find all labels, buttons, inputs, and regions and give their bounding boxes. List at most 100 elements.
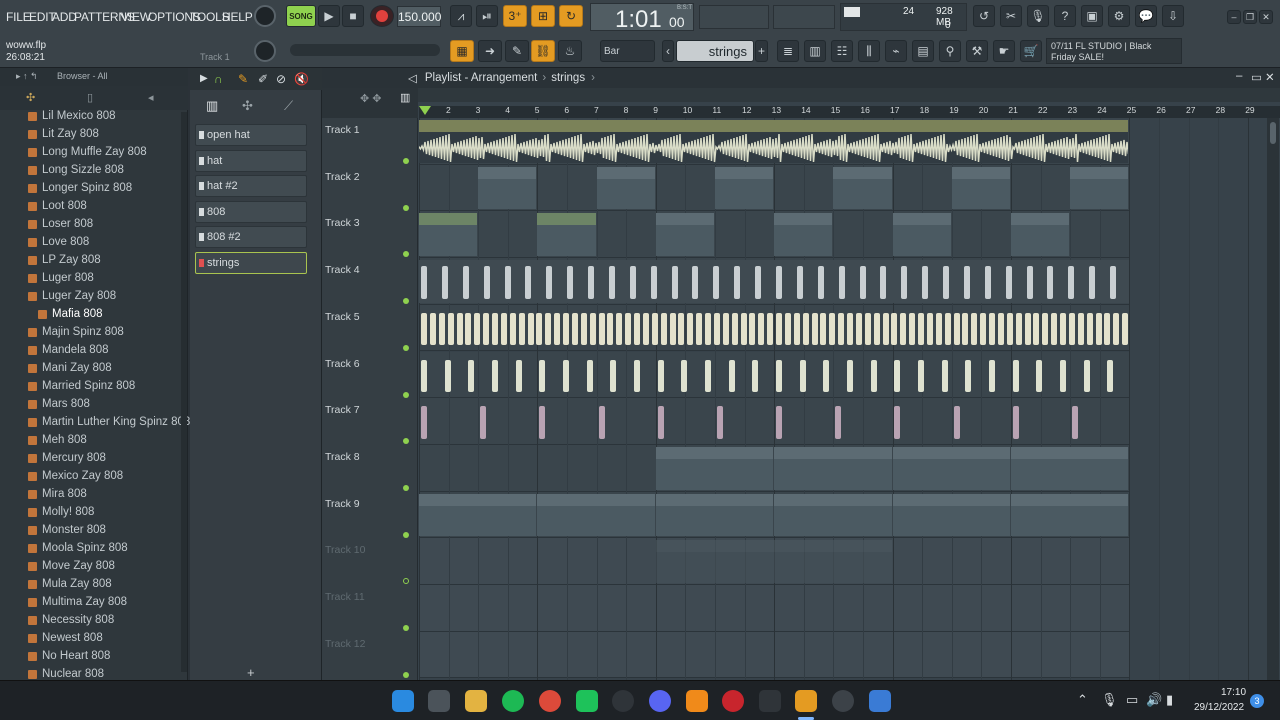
note-block[interactable] (1012, 359, 1019, 393)
playlist-maximize-icon[interactable]: ▭ (1251, 70, 1262, 84)
piano-tab-icon[interactable]: ▥ (206, 98, 218, 114)
track-name[interactable]: Track 10 (325, 544, 417, 556)
browser-item[interactable]: Move Zay 808 (28, 557, 115, 575)
note-block[interactable] (847, 312, 853, 346)
note-block[interactable] (713, 312, 720, 346)
note-block[interactable] (441, 266, 448, 299)
track-name[interactable]: Track 5 (325, 311, 417, 323)
note-block[interactable] (838, 266, 845, 299)
browser-item[interactable]: Loser 808 (28, 215, 93, 233)
browser-item[interactable]: Majin Spinz 808 (28, 323, 124, 341)
track-mute-led[interactable] (403, 204, 409, 211)
note-block[interactable] (421, 266, 427, 299)
track-mute-led[interactable] (403, 391, 409, 398)
note-block[interactable] (539, 359, 546, 393)
master-volume-knob[interactable] (254, 5, 276, 27)
openhat-clip[interactable]: open hat (1011, 446, 1129, 490)
track-name[interactable]: Track 2 (325, 171, 417, 183)
hat-clip[interactable]: hat (478, 166, 537, 210)
hat2-clip[interactable]: hat #2 (892, 213, 951, 257)
note-block[interactable] (525, 266, 532, 299)
note-block[interactable] (483, 312, 490, 346)
note-block[interactable] (634, 312, 640, 346)
hat-clip[interactable]: hat (951, 166, 1010, 210)
hat-clip[interactable]: hat (1070, 166, 1129, 210)
browser-item[interactable]: Mafia 808 (38, 305, 103, 323)
note-block[interactable] (989, 312, 995, 346)
add-pattern-button[interactable]: + (755, 40, 768, 62)
audio-clip[interactable]: Cymatics - Killer Instinct - 150 BPM A M… (419, 120, 1129, 163)
spotify-icon[interactable] (502, 690, 524, 712)
note-block[interactable] (527, 312, 534, 346)
mixer-view-button[interactable]: ⫼ (858, 40, 880, 62)
note-block[interactable] (657, 406, 664, 439)
note-block[interactable] (980, 312, 987, 346)
note-block[interactable] (984, 266, 991, 299)
time-display[interactable]: 1:01 00 B:S:T (590, 3, 694, 33)
channel-item[interactable]: 808 (195, 200, 307, 223)
openhat-clip[interactable]: open hat (655, 446, 774, 490)
track-name[interactable]: Track 7 (325, 404, 417, 416)
note-block[interactable] (1086, 312, 1093, 346)
hat2-clip[interactable]: hat #2 (655, 213, 714, 257)
note-block[interactable] (421, 406, 427, 439)
magnet-icon[interactable]: ∩ (214, 72, 223, 86)
note-block[interactable] (823, 359, 830, 393)
chat-button[interactable]: 💬 (1135, 5, 1157, 27)
note-block[interactable] (749, 312, 756, 346)
track-name[interactable]: Track 1 (325, 124, 417, 136)
note-block[interactable] (1060, 312, 1066, 346)
tiktok-icon[interactable] (759, 690, 781, 712)
browser-item[interactable]: LP Zay 808 (28, 251, 101, 269)
note-block[interactable] (740, 312, 747, 346)
note-block[interactable] (687, 312, 694, 346)
scroll-icons[interactable]: ✥ ✥ (360, 92, 382, 105)
track-name[interactable]: Track 4 (325, 264, 417, 276)
note-block[interactable] (1024, 312, 1031, 346)
note-block[interactable] (421, 312, 427, 346)
steam-icon[interactable] (832, 690, 854, 712)
browser-item[interactable]: Lil Mexico 808 (28, 107, 116, 125)
browser-item[interactable]: Mandela 808 (28, 341, 109, 359)
note-block[interactable] (776, 359, 782, 393)
hatt1-clip[interactable]: hatt1 (419, 213, 478, 257)
808-clip[interactable]: 808 (892, 493, 1010, 537)
note-block[interactable] (1026, 266, 1033, 299)
tempo-display[interactable]: 150.000 (397, 6, 441, 27)
chrome-icon[interactable] (539, 690, 561, 712)
note-block[interactable] (634, 359, 640, 393)
volume-icon[interactable]: 🔊 (1146, 692, 1162, 708)
vlc-icon[interactable] (686, 690, 708, 712)
note-block[interactable] (891, 312, 898, 346)
note-block[interactable] (716, 406, 723, 439)
track-mute-led[interactable] (403, 484, 409, 491)
browser-item[interactable]: Molly! 808 (28, 503, 94, 521)
settings-button[interactable]: ⚙ (1108, 5, 1130, 27)
note-block[interactable] (838, 312, 845, 346)
help-button[interactable]: ? (1054, 5, 1076, 27)
808-clip[interactable]: 808 (655, 493, 774, 537)
track-mute-led[interactable] (403, 298, 409, 305)
note-block[interactable] (1051, 312, 1058, 346)
note-block[interactable] (580, 312, 587, 346)
note-block[interactable] (758, 312, 765, 346)
browser-item[interactable]: Monster 808 (28, 521, 106, 539)
track-name[interactable]: Track 3 (325, 217, 417, 229)
note-block[interactable] (705, 312, 711, 346)
note-block[interactable] (671, 266, 678, 299)
browser-item[interactable]: Married Spinz 808 (28, 377, 135, 395)
browser-item[interactable]: Newest 808 (28, 629, 103, 647)
wait-input-button[interactable]: ⏯ (476, 5, 498, 27)
note-block[interactable] (943, 266, 950, 299)
note-block[interactable] (1113, 312, 1120, 346)
note-block[interactable] (953, 312, 960, 346)
browser-item[interactable]: Loot 808 (28, 197, 87, 215)
note-block[interactable] (536, 312, 543, 346)
browser-nav-icons[interactable]: ▸ ↑ ↰ (16, 71, 38, 82)
note-block[interactable] (870, 359, 877, 393)
browser-item[interactable]: Mars 808 (28, 395, 90, 413)
chevron-up-icon[interactable]: ⌃ (1077, 692, 1088, 708)
note-block[interactable] (793, 312, 800, 346)
note-block[interactable] (438, 312, 445, 346)
pencil-tool-icon[interactable]: ✎ (238, 72, 248, 86)
